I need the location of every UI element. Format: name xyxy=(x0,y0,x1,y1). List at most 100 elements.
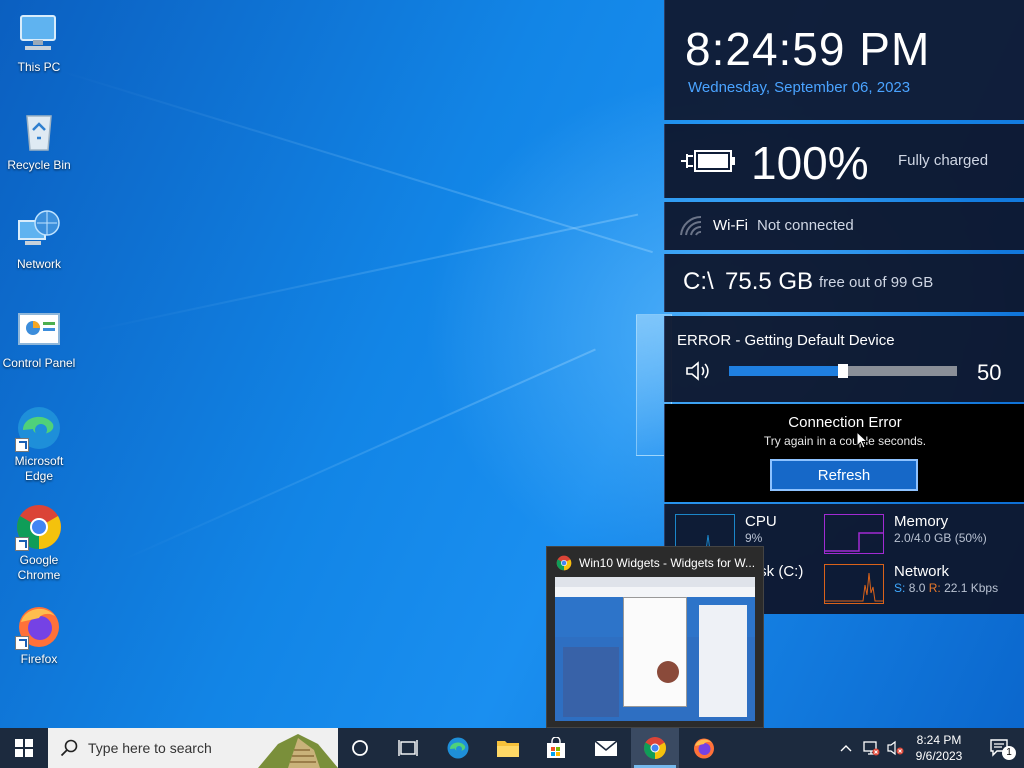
taskbar-store-button[interactable] xyxy=(532,728,580,768)
desktop-icon-label: This PC xyxy=(17,60,61,74)
mail-icon xyxy=(594,740,618,756)
network-value: S: 8.0 R: 22.1 Kbps xyxy=(894,581,998,595)
light-beam xyxy=(59,70,653,254)
volume-error-text: ERROR - Getting Default Device xyxy=(677,332,895,349)
volume-widget: ERROR - Getting Default Device 50 xyxy=(664,316,1024,402)
chevron-up-icon xyxy=(840,745,852,752)
firefox-icon xyxy=(694,738,714,759)
light-beam xyxy=(90,213,639,332)
start-button[interactable] xyxy=(0,728,48,768)
disk-total-space: free out of 99 GB xyxy=(819,274,934,291)
desktop-icon-control-panel[interactable]: Control Panel xyxy=(0,306,78,371)
computer-icon xyxy=(15,10,63,58)
network-send-label: S: xyxy=(894,581,906,595)
shortcut-arrow-icon xyxy=(15,537,29,551)
mouse-cursor-icon xyxy=(856,431,868,449)
network-receive-value: 22.1 Kbps xyxy=(944,581,999,595)
refresh-button[interactable]: Refresh xyxy=(770,459,918,491)
desktop-icon-chrome[interactable]: Google Chrome xyxy=(0,503,78,583)
desktop-icon-firefox[interactable]: Firefox xyxy=(0,602,78,667)
wifi-label: Wi-Fi xyxy=(713,217,748,234)
battery-percent: 100% xyxy=(751,137,869,189)
desktop-icon-label: Recycle Bin xyxy=(7,158,71,172)
clock-time: 8:24:59 PM xyxy=(685,23,931,75)
notification-count-badge: 1 xyxy=(1002,746,1016,760)
desktop-icon-this-pc[interactable]: This PC xyxy=(0,10,78,75)
network-tray-button[interactable] xyxy=(858,728,884,768)
memory-graph xyxy=(824,514,884,554)
speaker-muted-icon xyxy=(887,740,904,756)
wifi-icon xyxy=(680,215,702,236)
recycle-bin-icon xyxy=(15,108,63,156)
show-hidden-icons-button[interactable] xyxy=(834,728,858,768)
control-panel-icon xyxy=(15,306,63,354)
wifi-status: Not connected xyxy=(757,217,854,234)
desktop-icon-network[interactable]: Network xyxy=(0,207,78,272)
desktop-icon-recycle-bin[interactable]: Recycle Bin xyxy=(0,108,78,173)
chrome-window-preview[interactable]: Win10 Widgets - Widgets for W... xyxy=(546,546,764,728)
desktop-icon-label: Network xyxy=(16,257,61,271)
light-beam xyxy=(120,348,596,562)
network-receive-label: R: xyxy=(928,581,941,595)
memory-value: 2.0/4.0 GB (50%) xyxy=(894,531,987,545)
speaker-icon[interactable] xyxy=(685,360,713,382)
connection-error-subtitle: Try again in a couple seconds. xyxy=(763,434,927,448)
cortana-button[interactable] xyxy=(336,728,384,768)
chrome-icon xyxy=(556,555,572,571)
taskbar-file-explorer-button[interactable] xyxy=(484,728,532,768)
cortana-circle-icon xyxy=(352,740,368,756)
tray-clock[interactable]: 8:24 PM 9/6/2023 xyxy=(908,732,970,764)
volume-tray-button[interactable] xyxy=(884,728,908,768)
disk-free-space: 75.5 GB xyxy=(725,268,814,295)
taskbar-firefox-button[interactable] xyxy=(680,728,728,768)
taskbar-mail-button[interactable] xyxy=(582,728,630,768)
connection-error-title: Connection Error xyxy=(788,414,902,431)
windows-logo-icon xyxy=(15,739,33,757)
desktop-icon-label: Microsoft Edge xyxy=(14,454,64,483)
battery-status: Fully charged xyxy=(898,152,989,169)
memory-label: Memory xyxy=(894,513,949,530)
connection-error-widget: Connection Error Try again in a couple s… xyxy=(664,404,1024,502)
desktop-icon-edge[interactable]: Microsoft Edge xyxy=(0,404,78,484)
desktop-icon-label: Google Chrome xyxy=(17,553,61,582)
search-input[interactable]: Type here to search xyxy=(48,728,338,768)
taskbar: Type here to search 8:24 PM 9/6/2023 1 xyxy=(0,728,1024,768)
taskbar-edge-button[interactable] xyxy=(434,728,482,768)
clock-widget[interactable]: 8:24:59 PM Wednesday, September 06, 2023 xyxy=(664,0,1024,120)
edge-icon xyxy=(15,404,63,452)
search-placeholder: Type here to search xyxy=(88,740,212,756)
task-view-icon xyxy=(398,740,418,756)
network-icon xyxy=(15,207,63,255)
wifi-widget[interactable]: Wi-Fi Not connected xyxy=(664,202,1024,250)
volume-slider-thumb[interactable] xyxy=(838,364,848,378)
chrome-icon xyxy=(15,503,63,551)
cpu-label: CPU xyxy=(745,513,777,530)
folder-icon xyxy=(497,741,519,757)
taskbar-chrome-button[interactable] xyxy=(631,728,679,768)
volume-slider[interactable] xyxy=(729,364,957,378)
desktop-icon-label: Control Panel xyxy=(2,356,76,370)
preview-title: Win10 Widgets - Widgets for W... xyxy=(579,556,756,570)
store-icon xyxy=(547,737,565,758)
network-send-value: 8.0 xyxy=(908,581,926,595)
action-center-button[interactable]: 1 xyxy=(976,728,1024,768)
cpu-value: 9% xyxy=(745,531,763,545)
task-view-button[interactable] xyxy=(384,728,432,768)
desktop-icon-label: Firefox xyxy=(20,652,58,666)
disk-widget[interactable]: C:\ 75.5 GB free out of 99 GB xyxy=(664,254,1024,312)
search-icon xyxy=(60,739,78,757)
tray-date: 9/6/2023 xyxy=(915,749,963,763)
tray-time: 8:24 PM xyxy=(916,733,962,747)
search-highlight-image xyxy=(258,734,338,768)
volume-slider-fill xyxy=(729,366,843,376)
disk-drive-letter: C:\ xyxy=(683,268,714,295)
shortcut-arrow-icon xyxy=(15,636,29,650)
clock-date: Wednesday, September 06, 2023 xyxy=(688,79,911,96)
volume-value: 50 xyxy=(977,360,1002,385)
battery-widget[interactable]: 100% Fully charged xyxy=(664,124,1024,198)
network-label: Network xyxy=(894,563,950,580)
chrome-icon xyxy=(644,737,666,759)
battery-plug-icon xyxy=(681,150,735,172)
firefox-icon xyxy=(15,602,63,650)
network-disconnected-icon xyxy=(863,741,880,756)
